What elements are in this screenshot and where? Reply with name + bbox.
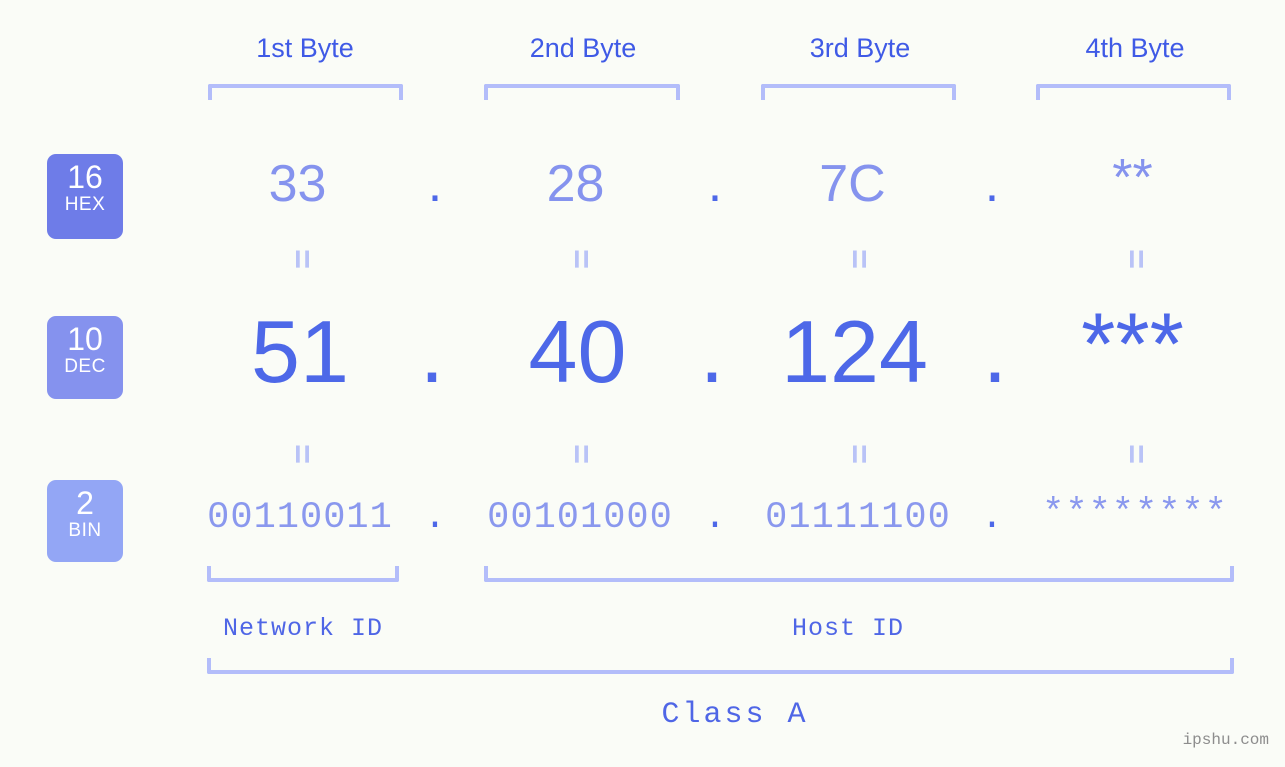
base-badge-dec-number: 10 [67, 321, 103, 357]
base-badge-dec-name: DEC [64, 356, 106, 377]
base-badge-bin-name: BIN [68, 520, 102, 541]
equality-mark-hex-dec-byte-4: = [1117, 249, 1155, 269]
bin-separator-2: . [703, 497, 727, 539]
hex-separator-2: . [707, 155, 723, 213]
equality-mark-dec-bin-byte-2: = [562, 444, 600, 464]
byte-4-top-bracket [1036, 84, 1231, 100]
ip-breakdown-diagram: 1st Byte 2nd Byte 3rd Byte 4th Byte 16 H… [0, 0, 1285, 767]
base-badge-dec: 10 DEC [47, 316, 123, 399]
hex-separator-3: . [984, 155, 1000, 213]
base-badge-hex-name: HEX [64, 194, 106, 215]
byte-1-top-bracket [208, 84, 403, 100]
dec-value-byte-1: 51 [251, 302, 349, 401]
equality-mark-dec-bin-byte-3: = [840, 444, 878, 464]
host-id-bracket [484, 566, 1234, 582]
bin-value-byte-3: 01111100 [765, 497, 951, 539]
base-badge-bin: 2 BIN [47, 480, 123, 562]
class-label: Class A [661, 698, 809, 732]
host-id-label: Host ID [791, 614, 905, 643]
base-badge-hex-number: 16 [67, 159, 103, 195]
bin-separator-1: . [423, 497, 447, 539]
base-badge-hex: 16 HEX [47, 154, 123, 239]
site-watermark: ipshu.com [1182, 731, 1269, 749]
bin-value-byte-2: 00101000 [487, 497, 673, 539]
network-id-label: Network ID [222, 614, 384, 643]
equality-mark-hex-dec-byte-1: = [283, 249, 321, 269]
column-header-byte-3: 3rd Byte [809, 33, 911, 63]
equality-mark-hex-dec-byte-2: = [562, 249, 600, 269]
column-header-byte-4: 4th Byte [1085, 33, 1185, 63]
bin-value-byte-4: ******** [1042, 493, 1228, 535]
hex-value-byte-4: ** [1112, 149, 1153, 207]
bin-value-byte-1: 00110011 [207, 497, 393, 539]
hex-value-byte-2: 28 [546, 155, 605, 213]
dec-value-byte-3: 124 [781, 302, 928, 401]
dec-separator-1: . [419, 302, 445, 401]
dec-value-byte-2: 40 [528, 302, 627, 401]
byte-3-top-bracket [761, 84, 956, 100]
equality-mark-dec-bin-byte-4: = [1117, 444, 1155, 464]
base-badge-bin-number: 2 [76, 485, 94, 521]
hex-value-byte-1: 33 [268, 155, 327, 213]
dec-value-byte-4: *** [1081, 294, 1184, 393]
class-bracket [207, 658, 1234, 674]
dec-separator-2: . [699, 302, 725, 401]
byte-2-top-bracket [484, 84, 680, 100]
column-header-byte-1: 1st Byte [256, 33, 354, 63]
bin-separator-3: . [980, 497, 1004, 539]
equality-mark-dec-bin-byte-1: = [283, 444, 321, 464]
equality-mark-hex-dec-byte-3: = [840, 249, 878, 269]
hex-value-byte-3: 7C [819, 155, 886, 213]
dec-separator-3: . [982, 302, 1008, 401]
hex-separator-1: . [427, 155, 443, 213]
column-header-byte-2: 2nd Byte [529, 33, 637, 63]
network-id-bracket [207, 566, 399, 582]
